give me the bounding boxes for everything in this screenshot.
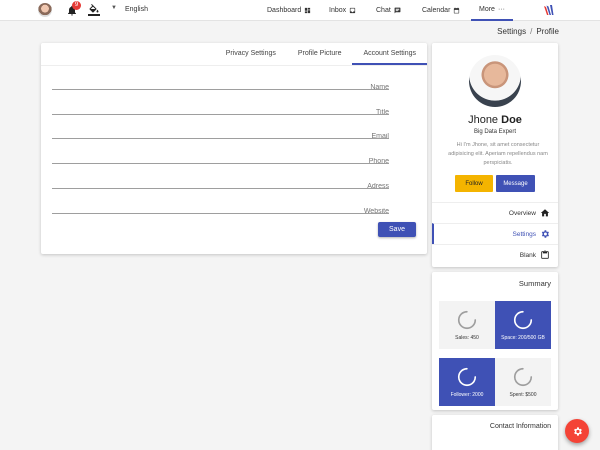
breadcrumb: Settings / Profile <box>497 27 559 36</box>
summary-tile-label: Space: 200/500 GB <box>501 335 545 341</box>
nav-dashboard-label: Dashboard <box>267 7 302 14</box>
save-button[interactable]: Save <box>378 222 416 237</box>
nav-calendar-label: Calendar <box>422 7 451 14</box>
address-field[interactable] <box>52 180 389 193</box>
profile-menu-label: Overview <box>508 209 536 217</box>
paint-bucket-icon[interactable] <box>88 3 100 17</box>
breadcrumb-current: Profile <box>536 27 559 36</box>
profile-bio: Hi I'm Jhone, sit amet consectetur adipi… <box>448 142 548 166</box>
name-field-wrapper <box>52 76 389 94</box>
spinner-icon <box>513 367 533 387</box>
message-button[interactable]: Message <box>496 175 535 192</box>
top-bar: 9 ▼ English Dashboard Inbox Chat Calenda… <box>0 0 600 21</box>
settings-tabs: Privacy Settings Profile Picture Account… <box>215 43 427 65</box>
profile-menu-label: Settings <box>512 230 537 238</box>
dashboard-icon <box>305 7 311 14</box>
language-selector[interactable]: English <box>125 6 148 13</box>
settings-fab[interactable] <box>565 419 589 443</box>
summary-title: Summary <box>518 279 551 288</box>
nav-inbox[interactable]: Inbox <box>329 0 356 21</box>
spinner-icon <box>457 367 477 387</box>
profile-menu-label: Blank <box>519 251 536 259</box>
tab-privacy-settings[interactable]: Privacy Settings <box>215 43 287 65</box>
nav-chat[interactable]: Chat <box>376 0 401 21</box>
notification-badge: 9 <box>72 1 81 10</box>
gear-icon <box>541 230 549 238</box>
phone-field[interactable] <box>52 155 389 168</box>
inbox-icon <box>350 7 356 14</box>
contact-information-card: Contact Information <box>432 415 558 450</box>
title-field[interactable] <box>52 106 389 119</box>
nav-chat-label: Chat <box>376 7 391 14</box>
profile-name: Jhone Doe <box>432 114 558 126</box>
home-icon <box>540 209 550 217</box>
brand-logo[interactable] <box>543 4 555 17</box>
nav-calendar[interactable]: Calendar <box>422 0 460 21</box>
summary-tile-label: Spent: $500 <box>509 392 537 398</box>
profile-role: Big Data Expert <box>473 129 517 135</box>
profile-menu-blank[interactable]: Blank <box>432 244 558 265</box>
summary-tile-space: Space: 200/500 GB <box>495 301 551 349</box>
spinner-icon <box>457 310 477 330</box>
breadcrumb-separator: / <box>530 27 533 36</box>
profile-menu-settings[interactable]: Settings <box>432 223 558 244</box>
profile-first-name: Jhone <box>468 114 499 126</box>
follow-button[interactable]: Follow <box>455 175 493 192</box>
clipboard-icon <box>541 250 549 259</box>
email-field[interactable] <box>52 130 389 143</box>
address-field-wrapper <box>52 175 389 193</box>
tab-profile-picture[interactable]: Profile Picture <box>287 43 353 65</box>
summary-tile-spent: Spent: $500 <box>495 358 551 406</box>
more-icon: ··· <box>497 6 505 13</box>
tab-account-settings[interactable]: Account Settings <box>352 43 427 65</box>
nav-inbox-label: Inbox <box>329 7 347 14</box>
profile-photo <box>469 55 521 107</box>
summary-tile-follower: Follower: 2000 <box>439 358 495 406</box>
gear-icon <box>573 426 582 436</box>
profile-card: Jhone Doe Big Data Expert Hi I'm Jhone, … <box>432 43 558 267</box>
website-field[interactable] <box>52 205 389 218</box>
profile-menu-overview[interactable]: Overview <box>432 202 558 223</box>
spinner-icon <box>513 310 533 330</box>
summary-card: Summary Sales: 450 Space: 200/500 GB Fol… <box>432 272 558 410</box>
name-field[interactable] <box>52 81 389 94</box>
website-field-wrapper <box>52 200 389 218</box>
summary-tile-label: Sales: 450 <box>455 335 479 341</box>
nav-dashboard[interactable]: Dashboard <box>267 0 311 21</box>
breadcrumb-parent[interactable]: Settings <box>497 27 526 36</box>
chevron-down-icon[interactable]: ▼ <box>111 5 117 11</box>
nav-more-label: More <box>479 6 495 13</box>
phone-field-wrapper <box>52 150 389 168</box>
account-settings-card: Privacy Settings Profile Picture Account… <box>41 43 427 254</box>
summary-tile-label: Follower: 2000 <box>450 392 484 398</box>
calendar-icon <box>454 7 460 14</box>
title-field-wrapper <box>52 101 389 119</box>
email-field-wrapper <box>52 125 389 143</box>
chat-icon <box>394 7 401 14</box>
contact-title: Contact Information <box>489 423 551 430</box>
tabs-divider <box>41 65 427 66</box>
summary-tile-sales: Sales: 450 <box>439 301 495 349</box>
nav-more[interactable]: More ··· <box>471 0 513 21</box>
user-avatar[interactable] <box>38 3 52 17</box>
profile-last-name: Doe <box>501 114 522 126</box>
